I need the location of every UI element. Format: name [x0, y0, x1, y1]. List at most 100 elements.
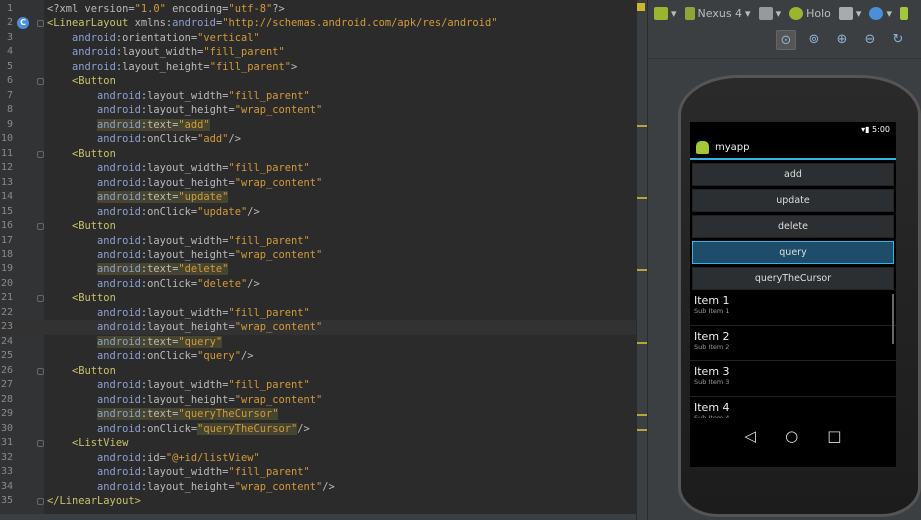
- fold-icon[interactable]: [37, 367, 44, 375]
- code-line[interactable]: 23 android:layout_height="wrap_content": [0, 320, 636, 335]
- code-line[interactable]: 24 android:text="query": [0, 335, 636, 349]
- code-line[interactable]: 34 android:layout_height="wrap_content"/…: [0, 480, 636, 494]
- activity-button[interactable]: ▾: [838, 6, 861, 20]
- code-line[interactable]: 4 android:layout_width="fill_parent": [0, 45, 636, 59]
- orientation-button[interactable]: ▾: [758, 6, 781, 20]
- globe-icon: [869, 6, 884, 20]
- line-number: 9: [6, 118, 13, 130]
- screenshot-icon[interactable]: ▣: [916, 30, 921, 50]
- occurrence-marker[interactable]: [637, 124, 647, 127]
- zoom-fit-icon[interactable]: ⊙: [776, 30, 796, 50]
- fold-icon[interactable]: [37, 440, 44, 448]
- code-line[interactable]: 5 android:layout_height="fill_parent">: [0, 60, 636, 74]
- code-line[interactable]: 19 android:text="delete": [0, 262, 636, 276]
- code-line[interactable]: 31 <ListView: [0, 436, 636, 450]
- occurrence-marker[interactable]: [637, 269, 647, 272]
- fold-icon[interactable]: [37, 223, 44, 231]
- code-line[interactable]: 10 android:onClick="add"/>: [0, 132, 636, 146]
- code-line[interactable]: 21 <Button: [0, 291, 636, 305]
- code-line[interactable]: 1 <?xml version="1.0" encoding="utf-8"?>: [0, 2, 636, 16]
- list-item[interactable]: Item 3 Sub Item 3: [690, 361, 896, 397]
- code-line[interactable]: 9 android:text="add": [0, 118, 636, 132]
- code-editor[interactable]: 1 <?xml version="1.0" encoding="utf-8"?> 2…: [0, 0, 636, 520]
- code-line[interactable]: 33 android:layout_width="fill_parent": [0, 465, 636, 479]
- zoom-out-icon[interactable]: ⊖: [860, 30, 880, 50]
- code-token: :layout_height: [115, 60, 204, 73]
- code-line[interactable]: 27 android:layout_width="fill_parent": [0, 378, 636, 392]
- code-line[interactable]: 2 <LinearLayout xmlns:android="http://sch…: [0, 16, 636, 30]
- occurrence-marker[interactable]: [637, 414, 647, 417]
- code-line[interactable]: 8 android:layout_height="wrap_content": [0, 103, 636, 117]
- line-number: 8: [6, 104, 13, 116]
- editor-scrollbar[interactable]: [636, 0, 647, 520]
- code-token: "wrap_content": [234, 480, 323, 493]
- button-update[interactable]: update: [692, 189, 894, 212]
- code-line[interactable]: 29 android:text="queryTheCursor": [0, 407, 636, 421]
- code-line[interactable]: 3 android:orientation="vertical": [0, 31, 636, 45]
- horizontal-scrollbar[interactable]: [0, 514, 636, 520]
- code-token: />: [240, 350, 254, 363]
- theme-selector[interactable]: Holo: [789, 6, 831, 20]
- code-line[interactable]: 35 </LinearLayout>: [0, 494, 636, 508]
- line-number: 4: [6, 46, 13, 58]
- recents-icon[interactable]: □: [827, 427, 841, 445]
- fold-icon[interactable]: [37, 20, 44, 28]
- zoom-actual-icon[interactable]: ⊚: [804, 30, 824, 50]
- occurrence-marker[interactable]: [637, 341, 647, 344]
- button-delete[interactable]: delete: [692, 215, 894, 238]
- code-token: android: [97, 89, 141, 102]
- code-token: android: [97, 408, 141, 421]
- code-line[interactable]: 6 <Button: [0, 74, 636, 88]
- code-line[interactable]: 28 android:layout_height="wrap_content": [0, 393, 636, 407]
- fold-icon[interactable]: [37, 295, 44, 303]
- code-text: <?xml version="1.0" encoding="utf-8"?>: [47, 2, 285, 16]
- code-line[interactable]: 15 android:onClick="update"/>: [0, 205, 636, 219]
- fold-icon[interactable]: [37, 78, 44, 86]
- code-line[interactable]: 26 <Button: [0, 364, 636, 378]
- code-line[interactable]: 14 android:text="update": [0, 190, 636, 204]
- code-line[interactable]: 7 android:layout_width="fill_parent": [0, 89, 636, 103]
- code-line[interactable]: 17 android:layout_width="fill_parent": [0, 234, 636, 248]
- occurrence-marker[interactable]: [637, 428, 647, 431]
- code-token: android: [97, 176, 141, 189]
- locale-button[interactable]: ▾: [869, 6, 892, 20]
- api-level-button[interactable]: [899, 6, 908, 20]
- device-selector[interactable]: Nexus 4 ▾: [684, 6, 751, 20]
- list-item[interactable]: Item 2 Sub Item 2: [690, 326, 896, 361]
- code-line[interactable]: 25 android:onClick="query"/>: [0, 349, 636, 363]
- code-line[interactable]: 11 <Button: [0, 147, 636, 161]
- code-text: android:layout_width="fill_parent": [47, 45, 285, 59]
- code-text: android:onClick="queryTheCursor"/>: [47, 422, 310, 436]
- code-line[interactable]: 30 android:onClick="queryTheCursor"/>: [0, 422, 636, 436]
- code-line[interactable]: 32 android:id="@+id/listView": [0, 451, 636, 465]
- line-number: 3: [6, 31, 13, 43]
- fold-icon[interactable]: [37, 497, 44, 505]
- code-token: android: [72, 31, 116, 44]
- list-item[interactable]: Item 1 Sub Item 1: [690, 290, 896, 326]
- code-line[interactable]: 22 android:layout_width="fill_parent": [0, 306, 636, 320]
- fold-icon[interactable]: [37, 150, 44, 158]
- refresh-icon[interactable]: ↻: [888, 30, 908, 50]
- code-line[interactable]: 20 android:onClick="delete"/>: [0, 277, 636, 291]
- line-number: 19: [0, 263, 13, 275]
- code-token: android: [72, 60, 116, 73]
- code-text: android:id="@+id/listView": [47, 451, 260, 465]
- code-line[interactable]: 13 android:layout_height="wrap_content": [0, 176, 636, 190]
- button-querythecursor[interactable]: queryTheCursor: [692, 267, 894, 290]
- code-token: android: [97, 466, 141, 479]
- code-line[interactable]: 12 android:layout_width="fill_parent": [0, 161, 636, 175]
- button-add[interactable]: add: [692, 163, 894, 186]
- occurrence-marker[interactable]: [637, 197, 647, 200]
- list-scrollbar[interactable]: [892, 294, 894, 344]
- code-line[interactable]: 16 <Button: [0, 219, 636, 233]
- code-token: :onClick: [140, 133, 191, 146]
- code-text: android:text="add": [47, 118, 210, 132]
- button-query[interactable]: query: [692, 241, 894, 264]
- home-icon[interactable]: ○: [785, 427, 798, 445]
- code-token: :text: [140, 335, 173, 348]
- back-icon[interactable]: ◁: [745, 427, 757, 445]
- device-config-button[interactable]: ▾: [654, 6, 677, 20]
- zoom-in-icon[interactable]: ⊕: [832, 30, 852, 50]
- code-line[interactable]: 18 android:layout_height="wrap_content": [0, 248, 636, 262]
